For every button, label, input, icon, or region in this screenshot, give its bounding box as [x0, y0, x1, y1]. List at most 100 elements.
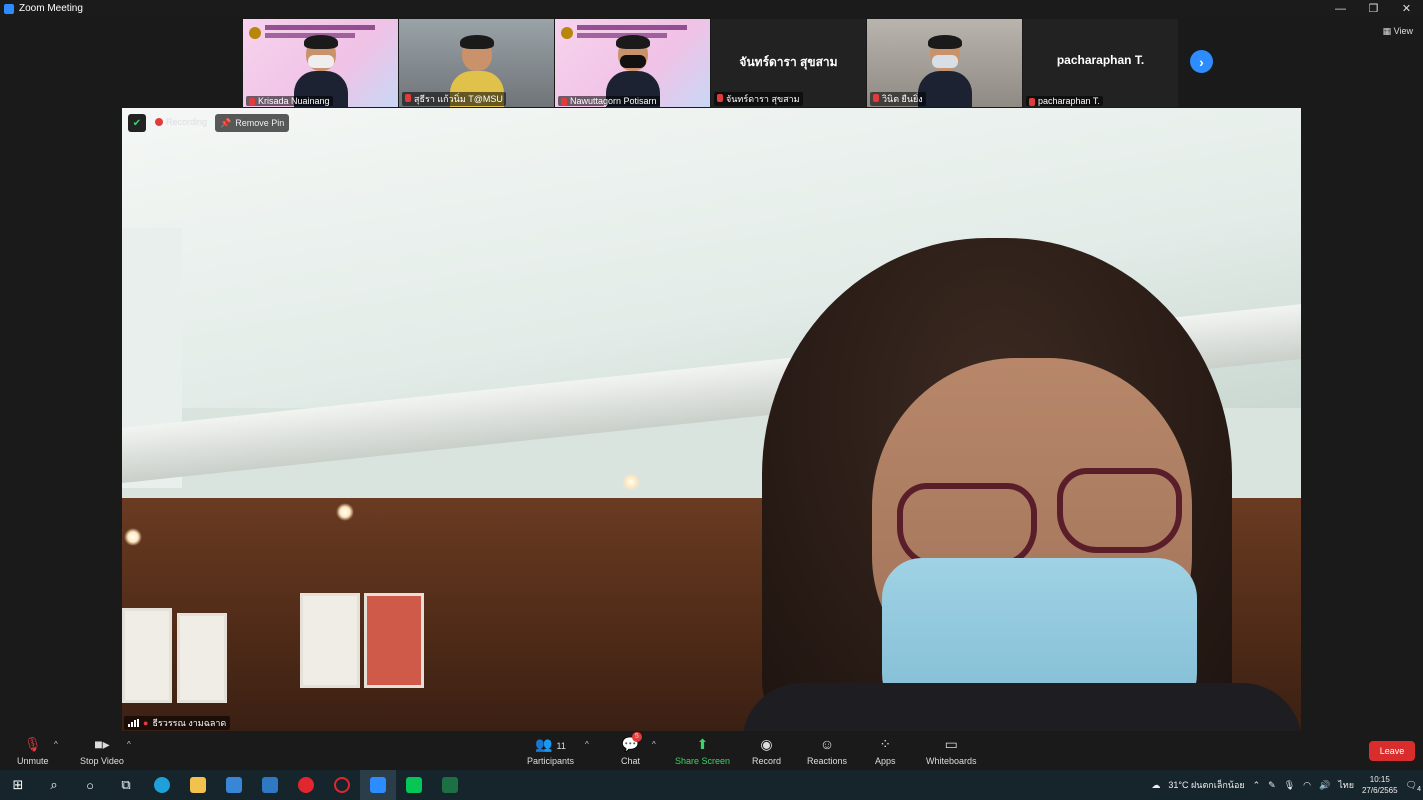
unmute-button[interactable]: 🎙 Unmute [17, 735, 49, 766]
participant-tile[interactable]: Krisada Nuainang [243, 19, 398, 107]
close-window-button[interactable]: ✕ [1390, 0, 1423, 17]
university-logo [561, 27, 573, 39]
view-label: View [1393, 26, 1413, 36]
speaker-name: ธีรวรรณ งามฉลาด [152, 718, 227, 728]
main-video[interactable]: ✔ Recording 📌 Remove Pin ● ธีรวรรณ งามฉล… [122, 108, 1301, 731]
participants-count: 11 [556, 741, 566, 751]
zoom-app-icon [4, 3, 14, 14]
view-button[interactable]: ▦ View [1383, 26, 1413, 37]
speaker-person [742, 238, 1301, 731]
opera-gx-icon[interactable] [324, 770, 360, 800]
apps-icon: ⁘ [879, 736, 892, 752]
start-windows-icon[interactable]: ⊞ [0, 770, 36, 800]
audio-options-chevron-icon[interactable]: ^ [54, 740, 58, 749]
record-icon: ◉ [760, 736, 773, 752]
recording-indicator: Recording [155, 117, 207, 127]
share-screen-icon: ⬆ [696, 736, 709, 752]
window-controls: — ❐ ✕ [1324, 0, 1423, 17]
reactions-button[interactable]: ☺ Reactions [807, 735, 847, 766]
clock-date: 27/6/2565 [1361, 786, 1398, 795]
participant-tile[interactable]: วินิต ยืนยิ่ง [867, 19, 1022, 107]
next-page-button[interactable]: › [1190, 50, 1213, 73]
edge-browser-icon[interactable] [144, 770, 180, 800]
restore-button[interactable]: ❐ [1357, 0, 1390, 17]
zoom-taskbar-icon[interactable] [360, 770, 396, 800]
leave-meeting-button[interactable]: Leave [1369, 741, 1415, 761]
participant-tile[interactable]: Nawuttagorn Potisarn [555, 19, 710, 107]
chat-button[interactable]: 💬 5 Chat [621, 732, 642, 766]
participant-tile[interactable]: สุธีรา แก้วนิ่ม T@MSU [399, 19, 554, 107]
share-screen-button[interactable]: ⬆ Share Screen [675, 735, 730, 766]
clock[interactable]: 10:15 27/6/2565 [1362, 774, 1398, 796]
pen-icon[interactable]: ✎ [1268, 780, 1276, 791]
apps-label: Apps [875, 756, 896, 766]
chat-options-chevron-icon[interactable]: ^ [652, 740, 656, 749]
chat-bubble-icon: 💬 5 [622, 732, 642, 753]
video-options-chevron-icon[interactable]: ^ [127, 740, 131, 749]
language-indicator[interactable]: ไทย [1338, 778, 1354, 792]
network-icon[interactable]: ◠ [1303, 780, 1311, 791]
microphone-tray-icon[interactable]: 🎙 [1284, 780, 1295, 791]
minimize-button[interactable]: — [1324, 0, 1357, 17]
clock-time: 10:15 [1369, 775, 1390, 784]
participant-name: วินิต ยืนยิ่ง [870, 92, 926, 106]
record-label: Record [752, 756, 782, 766]
smiley-plus-icon: ☺ [819, 736, 835, 752]
security-shield-icon[interactable]: ✔ [128, 114, 146, 132]
share-screen-label: Share Screen [675, 756, 731, 766]
task-view-icon[interactable]: ⧉ [108, 770, 144, 800]
whiteboards-button[interactable]: ▭ Whiteboards [926, 735, 977, 766]
weather-text[interactable]: 31°C ฝนตกเล็กน้อย [1168, 778, 1244, 792]
recording-label: Recording [166, 117, 208, 127]
window-titlebar: Zoom Meeting — ❐ ✕ [0, 0, 1423, 17]
participant-name: Nawuttagorn Potisarn [558, 96, 660, 106]
whiteboard-icon: ▭ [944, 736, 958, 752]
record-button[interactable]: ◉ Record [752, 735, 781, 766]
participants-label: Participants [527, 756, 575, 766]
weather-cloud-icon[interactable]: ☁ [1151, 780, 1160, 791]
video-camera-icon: ■▸ [94, 736, 110, 752]
participants-options-chevron-icon[interactable]: ^ [585, 740, 589, 749]
signal-strength-icon [128, 719, 139, 727]
system-tray: ☁ 31°C ฝนตกเล็กน้อย ⌃ ✎ 🎙 ◠ 🔊 ไทย 10:15 … [1151, 770, 1423, 800]
whiteboards-label: Whiteboards [926, 756, 977, 766]
tray-overflow-chevron-icon[interactable]: ⌃ [1253, 780, 1261, 791]
line-app-icon[interactable] [396, 770, 432, 800]
chat-label: Chat [621, 756, 641, 766]
volume-icon[interactable]: 🔊 [1319, 780, 1330, 791]
file-explorer-icon[interactable] [180, 770, 216, 800]
participant-center-name: จันทร์ดารา สุขสาม [739, 55, 838, 69]
chat-unread-badge: 5 [631, 732, 642, 742]
reactions-label: Reactions [807, 756, 848, 766]
university-logo [249, 27, 261, 39]
participant-name: Krisada Nuainang [246, 96, 333, 106]
mail-icon[interactable] [252, 770, 288, 800]
remove-pin-button[interactable]: 📌 Remove Pin [215, 114, 290, 132]
apps-button[interactable]: ⁘ Apps [875, 735, 896, 766]
participants-button[interactable]: 👥 11 Participants [527, 735, 574, 766]
search-icon[interactable]: ⌕ [36, 770, 72, 800]
gallery-strip: Krisada Nuainang สุธีรา แก้วนิ่ม T@MSU N… [243, 19, 1178, 107]
speaker-name-tag: ● ธีรวรรณ งามฉลาด [124, 716, 231, 730]
notification-count: 4 [1417, 785, 1421, 793]
recording-dot-icon [155, 118, 163, 126]
cortana-circle-icon[interactable]: ○ [72, 770, 108, 800]
opera-browser-icon[interactable] [288, 770, 324, 800]
participant-name: สุธีรา แก้วนิ่ม T@MSU [402, 92, 506, 106]
stop-video-label: Stop Video [80, 756, 124, 766]
microsoft-store-icon[interactable] [216, 770, 252, 800]
view-icon: ▦ [1382, 26, 1394, 36]
participant-tile[interactable]: จันทร์ดารา สุขสาม จันทร์ดารา สุขสาม [711, 19, 866, 107]
pin-icon: 📌 [220, 117, 232, 128]
participants-icon: 👥 [535, 736, 553, 752]
meeting-stage: Krisada Nuainang สุธีรา แก้วนิ่ม T@MSU N… [0, 17, 1423, 731]
excel-icon[interactable] [432, 770, 468, 800]
participant-center-name: pacharaphan T. [1056, 53, 1145, 67]
notification-center-icon[interactable]: 🗨 4 [1406, 780, 1421, 793]
stop-video-button[interactable]: ■▸ Stop Video [80, 735, 124, 766]
window-title: Zoom Meeting [19, 3, 83, 14]
unmute-label: Unmute [17, 756, 49, 766]
meeting-toolbar: 🎙 Unmute ^ ■▸ Stop Video ^ 👥 11 Particip… [0, 731, 1423, 770]
participant-name: จันทร์ดารา สุขสาม [714, 92, 803, 106]
participant-tile[interactable]: pacharaphan T. pacharaphan T. [1023, 19, 1178, 107]
